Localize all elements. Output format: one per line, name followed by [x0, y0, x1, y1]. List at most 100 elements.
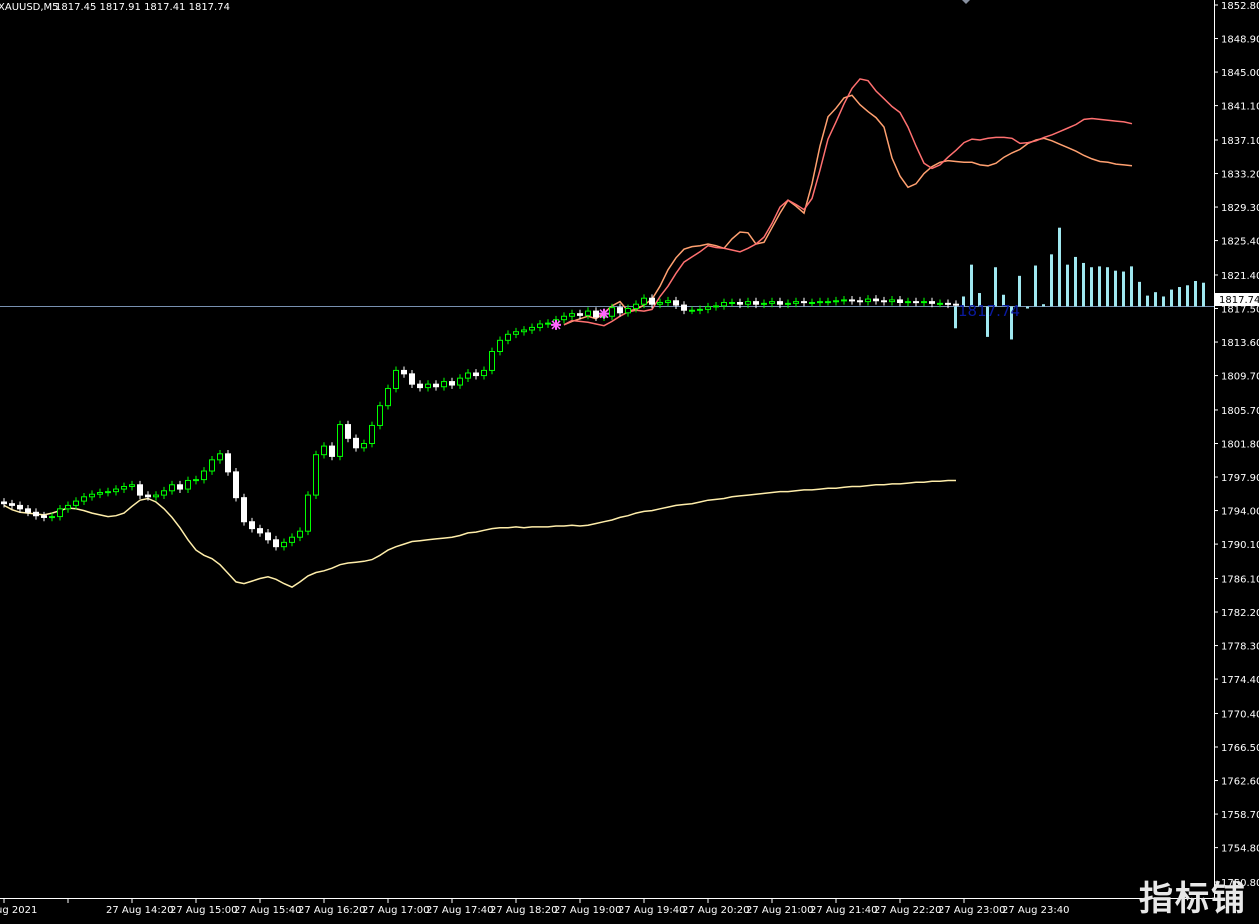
histogram-bar — [1162, 296, 1165, 307]
y-tick-label: 1817.50 — [1221, 305, 1259, 316]
x-tick-label: 27 Aug 21:40 — [810, 905, 877, 916]
candle-body — [385, 387, 391, 407]
histogram-bar — [1122, 271, 1125, 307]
candle-body — [433, 383, 439, 388]
candle-body — [897, 299, 903, 303]
candle-body — [649, 297, 655, 305]
signal-star-icon — [551, 319, 561, 330]
candle-body — [745, 301, 751, 305]
y-tick-label: 1837.10 — [1221, 136, 1259, 147]
histogram-bar — [1058, 227, 1061, 307]
candle-body — [457, 377, 463, 386]
candle-body — [321, 445, 327, 456]
candle-body — [769, 301, 775, 304]
y-tick-label: 1762.60 — [1221, 777, 1259, 788]
candle-body — [129, 484, 135, 487]
candle-body — [825, 301, 831, 304]
histogram-bar — [1106, 267, 1109, 307]
y-tick-label: 1805.70 — [1221, 406, 1259, 417]
histogram-bar — [1130, 266, 1133, 307]
y-tick-label: 1833.20 — [1221, 170, 1259, 181]
candle-body — [465, 372, 471, 379]
candle-body — [281, 541, 287, 548]
x-tick-label: 27 Aug 18:20 — [490, 905, 557, 916]
candle-body — [449, 381, 455, 386]
candle-body — [665, 300, 671, 303]
candle-body — [905, 301, 911, 304]
histogram-bar — [1034, 265, 1037, 307]
y-tick-label: 1825.40 — [1221, 237, 1259, 248]
watermark-logo: 指标铺 — [1139, 879, 1247, 919]
candle-body — [201, 470, 207, 481]
candle — [313, 450, 319, 499]
y-tick-label: 1841.10 — [1221, 102, 1259, 113]
candle-body — [169, 484, 175, 492]
symbol-label: XAUUSD,M5 — [0, 2, 59, 13]
price-chart[interactable]: 1817.74 1852.80 1848.90 1845.00 1841.10 1837… — [0, 0, 1259, 924]
candle-body — [473, 372, 479, 377]
candle — [489, 347, 495, 375]
candle-body — [273, 539, 279, 548]
x-tick-label: 27 Aug 15:40 — [234, 905, 301, 916]
candle-body — [889, 299, 895, 303]
candle-body — [593, 310, 599, 318]
candle-body — [841, 299, 847, 302]
histogram-bar — [1114, 270, 1117, 307]
x-tick-label: 27 Aug 19:00 — [554, 905, 621, 916]
candle-body — [185, 479, 191, 490]
candle-body — [577, 313, 583, 316]
candle-body — [57, 508, 63, 518]
y-tick-label: 1809.70 — [1221, 372, 1259, 383]
x-tick-label: 27 Aug 23:00 — [938, 905, 1005, 916]
candle-body — [417, 383, 423, 389]
candle-body — [529, 326, 535, 331]
x-tick-label: 27 Aug 15:00 — [170, 905, 237, 916]
candle-body — [177, 484, 183, 490]
candle-body — [345, 424, 351, 439]
candle-body — [865, 298, 871, 303]
candle-body — [881, 300, 887, 303]
candle-body — [249, 521, 255, 530]
candle-body — [97, 492, 103, 495]
candle-body — [145, 494, 151, 498]
candle-body — [241, 497, 247, 523]
candle-body — [305, 494, 311, 532]
candle-body — [585, 310, 591, 316]
histogram-bar — [1186, 285, 1189, 307]
ohlc-readout: 1817.45 1817.91 1817.41 1817.74 — [55, 2, 230, 13]
candle-body — [1, 501, 7, 505]
candle-body — [297, 530, 303, 538]
candle-body — [217, 453, 223, 461]
y-tick-label: 1786.10 — [1221, 574, 1259, 585]
y-tick-label: 1790.10 — [1221, 540, 1259, 551]
signal-star-icon — [599, 308, 609, 319]
y-tick-label: 1754.80 — [1221, 844, 1259, 855]
candle-body — [113, 488, 119, 493]
candle-body — [945, 302, 951, 305]
candle-body — [937, 302, 943, 305]
candle-body — [65, 504, 71, 510]
candle-body — [697, 308, 703, 311]
candle — [385, 384, 391, 410]
candle-body — [537, 323, 543, 328]
candle-body — [569, 313, 575, 317]
histogram-bar — [994, 267, 997, 307]
candle-body — [81, 496, 87, 502]
histogram-bar — [1066, 264, 1069, 307]
candle-body — [353, 437, 359, 449]
histogram-bar — [1178, 287, 1181, 307]
histogram-bar — [1050, 254, 1053, 307]
histogram-bar — [1170, 289, 1173, 307]
candle-body — [25, 508, 31, 513]
histogram-bar — [1146, 295, 1149, 307]
candle-body — [641, 297, 647, 305]
candle — [337, 420, 343, 461]
x-tick-label: 27 Aug 19:40 — [618, 905, 685, 916]
y-tick-label: 1782.20 — [1221, 608, 1259, 619]
chart-background — [0, 0, 1259, 924]
candle — [225, 449, 231, 476]
candle-body — [369, 424, 375, 445]
x-tick-label: 27 Aug 17:00 — [362, 905, 429, 916]
candle — [369, 421, 375, 448]
candle-body — [921, 301, 927, 304]
